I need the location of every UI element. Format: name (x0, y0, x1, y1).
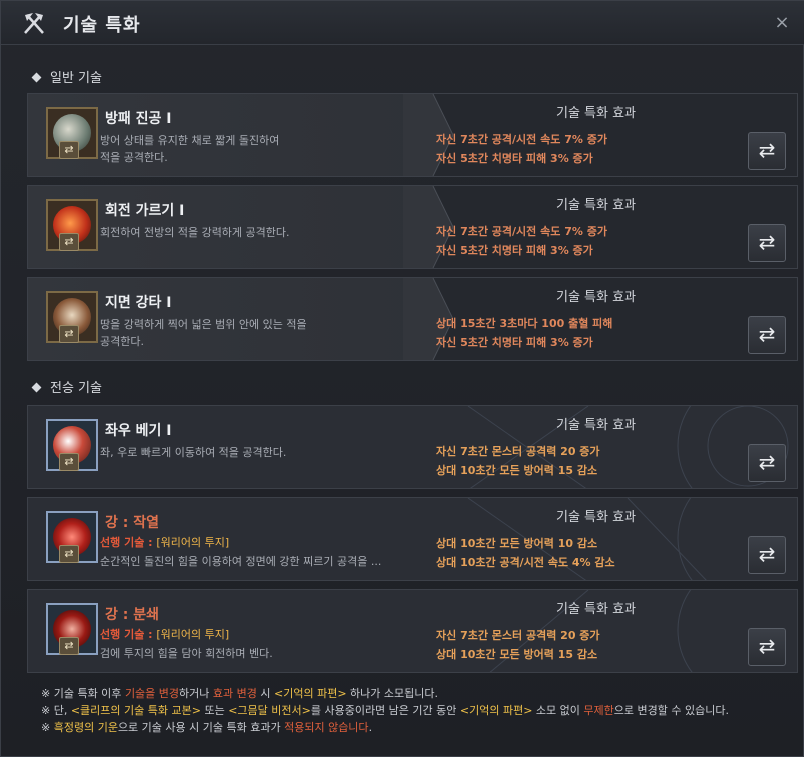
section-header-inherited: 전승 기술 (31, 377, 102, 396)
skill-card-spin-slash: ⇄ 회전 가르기 I 회전하여 전방의 적을 강력하게 공격한다. 기술 특화 … (27, 185, 798, 269)
skill-name: 방패 진공 I (105, 111, 172, 127)
change-effect-button[interactable]: ⇄ (748, 536, 786, 574)
effect-line: 자신 7초간 몬스터 공격력 20 증가 (436, 629, 600, 642)
skill-description: 순간적인 돌진의 힘을 이용하여 정면에 강한 찌르기 공격을 ... (100, 555, 382, 568)
effect-title: 기술 특화 효과 (556, 418, 637, 433)
effect-line: 상대 10초간 공격/시전 속도 4% 감소 (436, 556, 615, 569)
skill-card-flame: ⇄ 강 : 작열 선행 기술 : [워리어의 투지] 순간적인 돌진의 힘을 이… (27, 497, 798, 581)
effect-title: 기술 특화 효과 (556, 510, 637, 525)
swap-badge-icon: ⇄ (59, 233, 79, 251)
effect-line: 상대 10초간 모든 방어력 15 감소 (436, 464, 598, 477)
diamond-bullet-icon (31, 72, 42, 83)
effect-line: 자신 7초간 공격/시전 속도 7% 증가 (436, 225, 607, 238)
effect-title: 기술 특화 효과 (556, 198, 637, 213)
skill-card-crush: ⇄ 강 : 분쇄 선행 기술 : [워리어의 투지] 검에 투지의 힘을 담아 … (27, 589, 798, 673)
effect-line: 자신 5초간 치명타 피해 3% 증가 (436, 244, 593, 257)
effect-title: 기술 특화 효과 (556, 602, 637, 617)
close-button[interactable]: × (772, 13, 792, 33)
swap-badge-icon: ⇄ (59, 141, 79, 159)
skill-card-ground-smash: ⇄ 지면 강타 I 땅을 강력하게 찍어 넓은 범위 안에 있는 적을 공격한다… (27, 277, 798, 361)
change-effect-button[interactable]: ⇄ (748, 628, 786, 666)
effect-title: 기술 특화 효과 (556, 290, 637, 305)
window-title: 기술 특화 (63, 15, 141, 36)
footnote-3: ※ 흑정령의 기운으로 기술 사용 시 기술 특화 효과가 적용되지 않습니다. (41, 721, 373, 734)
effect-line: 자신 5초간 치명타 피해 3% 증가 (436, 336, 593, 349)
section-header-general: 일반 기술 (31, 67, 102, 86)
skill-name: 지면 강타 I (105, 295, 172, 311)
skill-description: 회전하여 전방의 적을 강력하게 공격한다. (100, 226, 290, 239)
skill-description: 좌, 우로 빠르게 이동하여 적을 공격한다. (100, 446, 287, 459)
diamond-bullet-icon (31, 382, 42, 393)
change-effect-button[interactable]: ⇄ (748, 132, 786, 170)
effect-line: 상대 10초간 모든 방어력 15 감소 (436, 648, 598, 661)
skill-description: 검에 투지의 힘을 담아 회전하며 벤다. (100, 647, 273, 660)
change-effect-button[interactable]: ⇄ (748, 444, 786, 482)
effect-title: 기술 특화 효과 (556, 106, 637, 121)
swap-badge-icon: ⇄ (59, 325, 79, 343)
section-title: 일반 기술 (50, 71, 102, 86)
skill-name: 좌우 베기 I (105, 423, 172, 439)
change-effect-button[interactable]: ⇄ (748, 316, 786, 354)
swap-badge-icon: ⇄ (59, 453, 79, 471)
section-title: 전승 기술 (50, 381, 102, 396)
effect-line: 자신 7초간 공격/시전 속도 7% 증가 (436, 133, 607, 146)
skill-name: 회전 가르기 I (105, 203, 185, 219)
skill-name: 강 : 분쇄 (105, 607, 159, 623)
effect-line: 자신 5초간 치명타 피해 3% 증가 (436, 152, 593, 165)
effect-line: 자신 7초간 몬스터 공격력 20 증가 (436, 445, 600, 458)
skill-description: 땅을 강력하게 찍어 넓은 범위 안에 있는 적을 공격한다. (100, 318, 307, 348)
footnote-1: ※ 기술 특화 이후 기술을 변경하거나 효과 변경 시 <기억의 파편> 하나… (41, 687, 438, 700)
crossed-axes-icon (24, 13, 44, 34)
swap-badge-icon: ⇄ (59, 545, 79, 563)
skill-description: 방어 상태를 유지한 채로 짧게 돌진하여 적을 공격한다. (100, 134, 280, 164)
title-bar[interactable]: 기술 특화 × (1, 1, 804, 45)
change-effect-button[interactable]: ⇄ (748, 224, 786, 262)
effect-line: 상대 15초간 3초마다 100 출혈 피해 (436, 317, 613, 330)
skill-specialization-window: 기술 특화 × 일반 기술 ⇄ 방패 진공 I 방어 상태를 유지한 채로 짧게… (0, 0, 804, 757)
prerequisite-skill: 선행 기술 : [워리어의 투지] (100, 628, 230, 641)
effect-line: 상대 10초간 모든 방어력 10 감소 (436, 537, 598, 550)
footnote-2: ※ 단, <클리프의 기술 특화 교본> 또는 <그믐달 비전서>를 사용중이라… (41, 704, 729, 717)
skill-name: 강 : 작열 (105, 515, 159, 531)
skill-card-left-right-slash: ⇄ 좌우 베기 I 좌, 우로 빠르게 이동하여 적을 공격한다. 기술 특화 … (27, 405, 798, 489)
skill-card-shield-rush: ⇄ 방패 진공 I 방어 상태를 유지한 채로 짧게 돌진하여 적을 공격한다.… (27, 93, 798, 177)
prerequisite-skill: 선행 기술 : [워리어의 투지] (100, 536, 230, 549)
swap-badge-icon: ⇄ (59, 637, 79, 655)
